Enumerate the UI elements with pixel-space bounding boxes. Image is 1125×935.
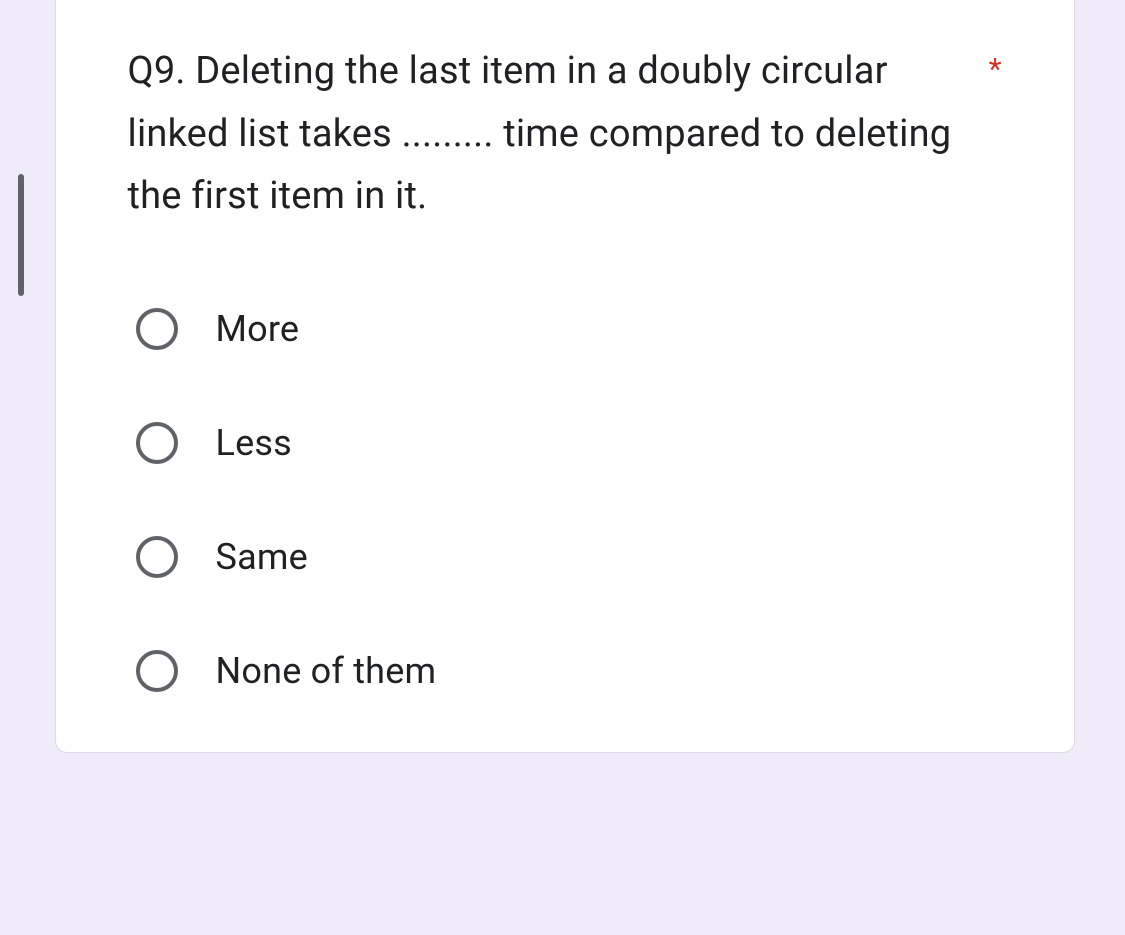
option-label: Less	[216, 422, 292, 464]
radio-icon	[136, 422, 178, 464]
options-group: More Less Same None of them	[128, 308, 1002, 692]
question-text: Q9. Deleting the last item in a doubly c…	[128, 40, 969, 228]
option-less[interactable]: Less	[136, 422, 1002, 464]
option-same[interactable]: Same	[136, 536, 1002, 578]
radio-icon	[136, 536, 178, 578]
radio-icon	[136, 308, 178, 350]
option-more[interactable]: More	[136, 308, 1002, 350]
option-label: None of them	[216, 650, 437, 692]
question-header: Q9. Deleting the last item in a doubly c…	[128, 40, 1002, 228]
option-none-of-them[interactable]: None of them	[136, 650, 1002, 692]
radio-icon	[136, 650, 178, 692]
option-label: Same	[216, 536, 308, 578]
required-asterisk: *	[989, 40, 1002, 94]
question-card: Q9. Deleting the last item in a doubly c…	[55, 0, 1075, 753]
option-label: More	[216, 308, 300, 350]
scroll-indicator	[18, 174, 24, 296]
